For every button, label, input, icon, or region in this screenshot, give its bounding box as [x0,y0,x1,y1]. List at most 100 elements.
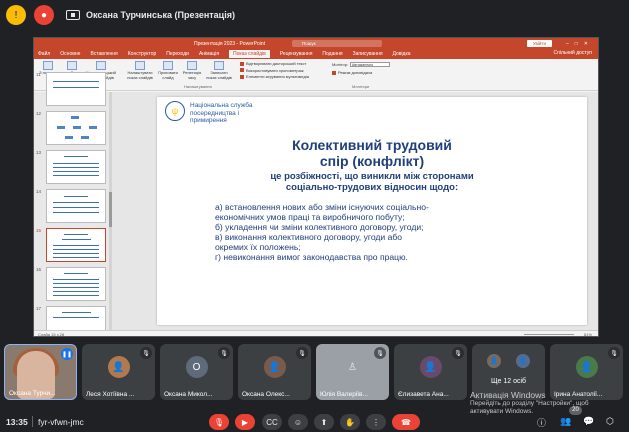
speaking-icon: ❚❚ [61,348,73,360]
pp-workarea: 11 12 13 14 15 16 17 ψ Національна служб… [34,72,598,336]
item-d: г) невиконання вимог законодавства про п… [215,252,408,262]
presented-window: Презентація 2023 - PowerPoint Пошук Увій… [33,37,599,337]
tab-home[interactable]: Основне [60,51,80,57]
slide-subtitle: це розбіжності, що виникли між сторонами… [270,171,474,193]
setup-icon [135,61,145,70]
setup-group: Налаштувати показ слайдів Приховати слай… [126,61,232,80]
captions-icon[interactable]: CC [262,414,282,430]
tab-slideshow[interactable]: Показ слайдів [229,50,270,58]
mic-off-icon: 🎙 [140,347,152,359]
custom-show-icon [96,61,106,70]
play-icon [43,61,53,70]
thumbnail-13[interactable]: 13 [36,150,106,184]
playback-checks: Відтворювати дикторський текст Використо… [240,61,309,79]
timer-icon [187,61,197,70]
activities-icon[interactable]: ⬡ [606,416,614,427]
thumbnail-scrollbar[interactable] [109,92,112,330]
org-name: Національна служба посередництва і прими… [190,102,253,124]
thumbnail-16[interactable]: 16 [36,267,106,301]
item-c-line2: окремих їх положень; [215,242,301,252]
info-icon[interactable]: ⓘ [537,416,546,429]
tab-recording[interactable]: Записування [353,51,383,57]
tab-design[interactable]: Конструктор [128,51,157,57]
avatar: 👤 [486,354,501,368]
pp-ribbon: З початку З поточного слайда Користуваць… [34,59,598,91]
slide-thumbnails: 11 12 13 14 15 16 17 [34,72,112,336]
leave-call-icon[interactable]: ☎ [392,414,420,430]
checkbox-icon [332,70,336,75]
tab-help[interactable]: Довідка [393,51,411,57]
presenter-view-check[interactable]: Режим доповідача [332,70,390,75]
meeting-code: fyr-vfwn-jmc [38,417,84,427]
mic-toggle-icon[interactable]: 🎙 [209,414,229,430]
pp-signin-button[interactable]: Увійти [526,40,552,47]
participant-tile[interactable]: 🎙 ♙ Юлія Валеріїв... [316,344,389,400]
avatar: 👤 [263,356,286,378]
participant-tile[interactable]: 🎙 👤 Єлизавета Ана... [394,344,467,400]
mic-off-icon: 🎙 [218,347,230,359]
pp-ribbon-tabs: Файл Основне Вставлення Конструктор Пере… [34,49,598,59]
tab-review[interactable]: Рецензування [280,51,313,57]
zoom-level[interactable]: 81% [584,332,592,336]
zoom-slider[interactable] [524,334,574,335]
more-options-icon[interactable]: ⋮ [366,414,386,430]
checkbox-icon [240,61,244,66]
tab-file[interactable]: Файл [38,51,50,57]
participant-tile[interactable]: 🎙 👤 Оксана Олекс... [238,344,311,400]
thumbnail-11[interactable]: 11 [36,72,106,106]
window-controls[interactable]: –□✕ [566,41,594,47]
more-count-label: Ще 12 осіб [490,378,527,385]
avatar: О [185,356,208,378]
emoji-icon[interactable]: ☺ [288,414,308,430]
raise-hand-icon[interactable]: ✋ [340,414,360,430]
avatar: ♙ [341,356,364,378]
chat-icon[interactable]: 💬 [583,416,594,427]
thumbnail-12[interactable]: 12 [36,111,106,145]
top-bar: ! ● Оксана Турчинська (Презентація) [0,0,629,30]
mic-off-icon: 🎙 [296,347,308,359]
timings-check[interactable]: Використовувати хронометраж [240,68,309,73]
camera-toggle-icon[interactable]: ▶ [235,414,255,430]
participant-tile[interactable]: 🎙 О Оксана Микол... [160,344,233,400]
meeting-controls-bar: 13:35 fyr-vfwn-jmc 🎙 ▶ CC ☺ ⬆ ✋ ⋮ ☎ ⓘ 👥 … [0,412,629,432]
pp-window-title: Презентація 2023 - PowerPoint [194,40,266,47]
thumbnail-15[interactable]: 15 [36,228,106,262]
item-a-line1: а) встановлення нових або зміни існуючих… [215,202,429,212]
warning-icon[interactable]: ! [6,5,26,25]
slide-title: Колективний трудовий спір (конфлікт) [292,137,452,169]
setup-group-label: Налаштування [184,84,212,89]
record-icon[interactable]: ● [34,5,54,25]
avatar: 👤 [419,356,442,378]
pp-titlebar: Презентація 2023 - PowerPoint Пошук Увій… [34,38,598,49]
tab-animations[interactable]: Анімація [199,51,219,57]
record-show-icon [214,61,224,70]
slide-counter: Слайд 15 з 28 [38,332,65,337]
avatar: 👤 [575,356,598,378]
tab-view[interactable]: Подання [322,51,342,57]
record-show-button[interactable]: Записати показ слайдів [206,61,232,80]
clock: 13:35 [6,417,28,427]
current-slide: ψ Національна служба посередництва і при… [157,97,587,325]
monitor-label: Монітор: [332,62,349,67]
avatar: 👤 [516,354,531,368]
pp-search-box[interactable]: Пошук [292,40,382,47]
pp-statusbar: Слайд 15 з 28 81% [34,330,598,337]
rehearse-timings-button[interactable]: Репетиція часу [182,61,202,80]
participant-tile[interactable]: 🎙 👤 Леся Хотіївна ... [82,344,155,400]
item-c-line1: в) виконання колективного договору, угод… [215,232,403,242]
trident-logo-icon: ψ [165,101,185,121]
media-controls-check[interactable]: Елементи керування мультимедіа [240,74,309,79]
present-icon[interactable]: ⬆ [314,414,334,430]
checkbox-icon [240,68,244,72]
participant-tile-self[interactable]: ❚❚ Оксана Турчи... [4,344,77,400]
hide-slide-button[interactable]: Приховати слайд [158,61,178,80]
tab-insert[interactable]: Вставлення [90,51,117,57]
item-a-line2: економічних умов праці та виробничого по… [215,212,405,222]
tab-transitions[interactable]: Переходи [166,51,189,57]
setup-show-button[interactable]: Налаштувати показ слайдів [126,61,154,80]
thumbnail-14[interactable]: 14 [36,189,106,223]
narration-check[interactable]: Відтворювати дикторський текст [240,61,309,66]
share-button[interactable]: Спільний доступ [554,50,592,56]
monitor-select[interactable]: Автоматично [350,62,391,67]
people-icon[interactable]: 👥 [560,416,571,427]
